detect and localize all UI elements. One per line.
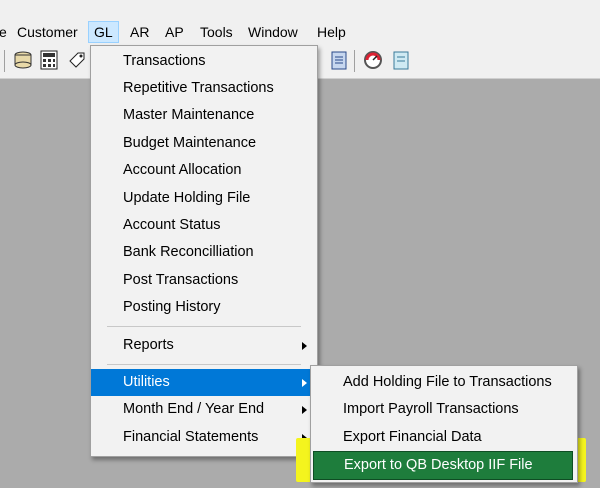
- menu-bar: e Customer GL AR AP Tools Window Help: [0, 0, 600, 45]
- submenu-arrow-icon: [302, 379, 307, 387]
- utilities-submenu: Add Holding File to Transactions Import …: [310, 365, 578, 483]
- menu-help[interactable]: Help: [312, 22, 351, 42]
- submenu-arrow-icon: [302, 406, 307, 414]
- submenu-item-add-holding-file[interactable]: Add Holding File to Transactions: [311, 369, 577, 396]
- menu-tools[interactable]: Tools: [195, 22, 238, 42]
- menu-separator: [107, 326, 301, 327]
- menu-item-posting-history[interactable]: Posting History: [91, 294, 317, 321]
- menu-customer[interactable]: Customer: [12, 22, 83, 42]
- disk-stack-icon[interactable]: [12, 49, 34, 71]
- submenu-item-export-financial-data[interactable]: Export Financial Data: [311, 424, 577, 451]
- menu-item-repetitive-transactions[interactable]: Repetitive Transactions: [91, 75, 317, 102]
- menu-item-utilities[interactable]: Utilities: [91, 369, 317, 396]
- menu-item-budget-maintenance[interactable]: Budget Maintenance: [91, 130, 317, 157]
- menu-item-master-maintenance[interactable]: Master Maintenance: [91, 102, 317, 129]
- submenu-arrow-icon: [302, 342, 307, 350]
- menu-item-account-allocation[interactable]: Account Allocation: [91, 157, 317, 184]
- submenu-item-import-payroll[interactable]: Import Payroll Transactions: [311, 396, 577, 423]
- clipboard-icon[interactable]: [328, 49, 350, 71]
- menu-window[interactable]: Window: [243, 22, 303, 42]
- notepad-icon[interactable]: [390, 49, 412, 71]
- menu-item-financial-statements[interactable]: Financial Statements: [91, 424, 317, 451]
- submenu-item-export-qb-iif[interactable]: Export to QB Desktop IIF File: [313, 451, 573, 480]
- toolbar-separator: [354, 50, 355, 72]
- tag-icon[interactable]: [66, 49, 88, 71]
- menu-separator: [107, 364, 301, 365]
- menu-item-transactions[interactable]: Transactions: [91, 48, 317, 75]
- gl-dropdown-menu: Transactions Repetitive Transactions Mas…: [90, 45, 318, 457]
- toolbar-separator: [4, 50, 5, 72]
- menu-gl[interactable]: GL: [88, 21, 119, 43]
- gauge-icon[interactable]: [362, 49, 384, 71]
- menu-item-month-end-year-end[interactable]: Month End / Year End: [91, 396, 317, 423]
- menu-item-reports[interactable]: Reports: [91, 332, 317, 359]
- menu-ar[interactable]: AR: [125, 22, 154, 42]
- menu-item-update-holding-file[interactable]: Update Holding File: [91, 185, 317, 212]
- menu-item-account-status[interactable]: Account Status: [91, 212, 317, 239]
- calculator-icon[interactable]: [38, 49, 60, 71]
- menu-item-bank-reconcilliation[interactable]: Bank Reconcilliation: [91, 239, 317, 266]
- menu-ap[interactable]: AP: [160, 22, 189, 42]
- menu-item-post-transactions[interactable]: Post Transactions: [91, 267, 317, 294]
- menu-file-partial[interactable]: e: [0, 22, 12, 42]
